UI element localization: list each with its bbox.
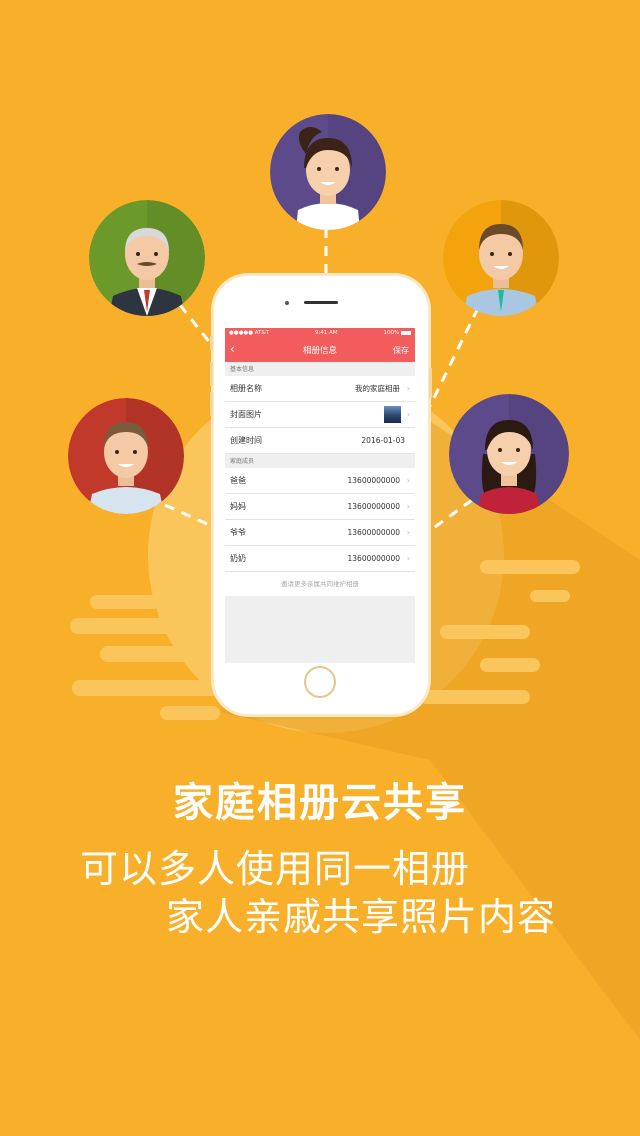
chevron-right-icon: › xyxy=(406,384,410,393)
avatar-young-man xyxy=(443,200,559,316)
status-bar: ●●●●● AT&T 9:41 AM 100% xyxy=(225,328,415,338)
phone-side-button xyxy=(210,336,213,350)
cover-thumbnail xyxy=(384,406,401,423)
member-name: 妈妈 xyxy=(230,502,246,511)
navigation-bar: ‹ 相册信息 保存 xyxy=(225,338,415,362)
member-phone: 13600000000 xyxy=(347,502,401,511)
album-name-row[interactable]: 相册名称 我的家庭相册 › xyxy=(225,376,415,402)
cover-image-label: 封面图片 xyxy=(230,410,262,419)
carrier-text: ●●●●● AT&T xyxy=(229,330,270,336)
avatar-woman-right xyxy=(449,394,569,514)
battery-group: 100% xyxy=(384,330,411,336)
member-row[interactable]: 爸爸 13600000000 › xyxy=(225,468,415,494)
created-time-value: 2016-01-03 xyxy=(361,436,405,445)
member-name: 爷爷 xyxy=(230,528,246,537)
section-family-members: 家庭成员 xyxy=(225,454,415,468)
chevron-right-icon: › xyxy=(406,476,410,485)
member-name: 爸爸 xyxy=(230,476,246,485)
phone-volume-up xyxy=(210,362,213,386)
battery-icon xyxy=(401,330,411,335)
phone-power-button xyxy=(429,368,432,398)
subline-1: 可以多人使用同一相册 xyxy=(80,847,471,891)
album-name-value: 我的家庭相册 xyxy=(355,384,400,393)
home-button xyxy=(304,666,336,698)
created-time-label: 创建时间 xyxy=(230,436,262,445)
headline: 家庭相册云共享 xyxy=(173,780,467,826)
member-phone: 13600000000 xyxy=(347,554,401,563)
member-row[interactable]: 奶奶 13600000000 › xyxy=(225,546,415,572)
phone-screen: ●●●●● AT&T 9:41 AM 100% ‹ 相册信息 保存 基本信息 相… xyxy=(225,328,415,663)
avatar-grandfather xyxy=(89,200,205,316)
battery-text: 100% xyxy=(383,330,400,336)
phone-speaker xyxy=(304,301,338,304)
member-phone: 13600000000 xyxy=(347,476,401,485)
chevron-right-icon: › xyxy=(406,502,410,511)
cover-image-row[interactable]: 封面图片 › xyxy=(225,402,415,428)
created-time-row: 创建时间 2016-01-03 xyxy=(225,428,415,454)
member-phone: 13600000000 xyxy=(347,528,401,537)
chevron-right-icon: › xyxy=(406,528,410,537)
phone-camera xyxy=(285,301,289,305)
chevron-right-icon: › xyxy=(406,410,410,419)
member-row[interactable]: 爷爷 13600000000 › xyxy=(225,520,415,546)
section-basic-info: 基本信息 xyxy=(225,362,415,376)
phone-mockup: ●●●●● AT&T 9:41 AM 100% ‹ 相册信息 保存 基本信息 相… xyxy=(210,276,432,714)
member-row[interactable]: 妈妈 13600000000 › xyxy=(225,494,415,520)
subline-2: 家人亲戚共享照片内容 xyxy=(166,895,557,939)
avatar-man-left xyxy=(68,398,184,514)
invite-relatives-link[interactable]: 邀请更多亲属共同维护相册 xyxy=(225,572,415,596)
save-button[interactable]: 保存 xyxy=(393,345,409,356)
member-name: 奶奶 xyxy=(230,554,246,563)
phone-volume-down xyxy=(210,392,213,416)
album-name-label: 相册名称 xyxy=(230,384,262,393)
page-title: 相册信息 xyxy=(302,346,337,356)
chevron-right-icon: › xyxy=(406,554,410,563)
avatar-woman-top xyxy=(270,114,386,230)
time-text: 9:41 AM xyxy=(315,330,338,336)
chevron-left-icon[interactable]: ‹ xyxy=(230,342,235,356)
